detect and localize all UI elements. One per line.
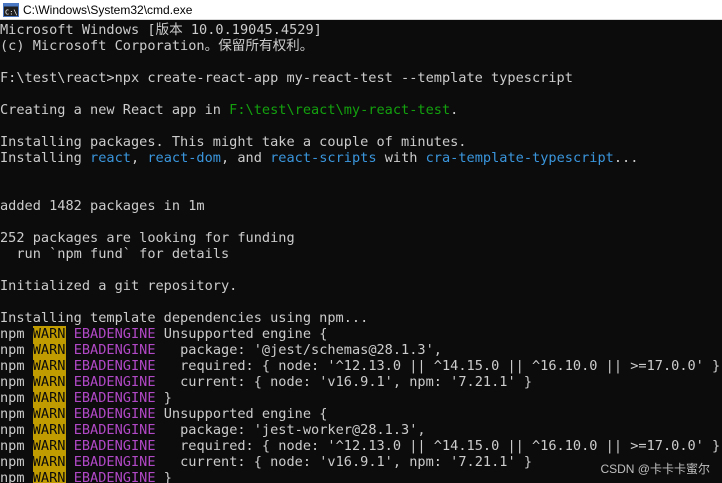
warn-badge: WARN <box>32 374 66 390</box>
console-text: current: { node: 'v16.9.1', npm: '7.21.1… <box>155 374 533 390</box>
console-text: Microsoft Windows [版本 10.0.19045.4529] <box>0 22 322 38</box>
console-text: npm <box>0 406 33 422</box>
console-text: package: 'jest-worker@28.1.3', <box>155 422 426 438</box>
error-code: EBADENGINE <box>73 358 156 374</box>
console-line: npm WARN EBADENGINE required: { node: '^… <box>0 358 722 374</box>
console-line: npm WARN EBADENGINE current: { node: 'v1… <box>0 454 532 470</box>
console-line: F:\test\react>npx create-react-app my-re… <box>0 70 573 86</box>
console-text: npm <box>0 326 33 342</box>
console-line: 252 packages are looking for funding <box>0 230 295 246</box>
warn-badge: WARN <box>32 422 66 438</box>
warn-badge: WARN <box>32 438 66 454</box>
console-text: run `npm fund` for details <box>0 246 230 262</box>
console-text: npm <box>0 390 33 406</box>
console-line: npm WARN EBADENGINE } <box>0 390 172 406</box>
warn-badge: WARN <box>32 390 66 406</box>
console-text: } <box>155 470 172 483</box>
console-text: with <box>376 150 426 166</box>
error-code: EBADENGINE <box>73 438 156 454</box>
warn-badge: WARN <box>32 358 66 374</box>
console-text: added 1482 packages in 1m <box>0 198 205 214</box>
console-text: npm <box>0 454 33 470</box>
console-text: Creating a new React app in <box>0 102 230 118</box>
package-name: react-dom <box>147 150 221 166</box>
console-line: added 1482 packages in 1m <box>0 198 205 214</box>
console-text: Installing template dependencies using n… <box>0 310 369 326</box>
console-text: npm <box>0 358 33 374</box>
console-text: current: { node: 'v16.9.1', npm: '7.21.1… <box>155 454 533 470</box>
console-line: Microsoft Windows [版本 10.0.19045.4529] <box>0 22 322 38</box>
console-line: npm WARN EBADENGINE Unsupported engine { <box>0 406 327 422</box>
console-line: npm WARN EBADENGINE required: { node: '^… <box>0 438 722 454</box>
console-text: Initialized a git repository. <box>0 278 238 294</box>
console-text: Unsupported engine { <box>155 406 328 422</box>
console-text: npm <box>0 470 33 483</box>
console-text: npm <box>0 374 33 390</box>
warn-badge: WARN <box>32 342 66 358</box>
warn-badge: WARN <box>32 406 66 422</box>
error-code: EBADENGINE <box>73 374 156 390</box>
console-line: Initialized a git repository. <box>0 278 237 294</box>
svg-text:C:\: C:\ <box>5 8 18 16</box>
console-output[interactable]: Microsoft Windows [版本 10.0.19045.4529] (c… <box>0 20 722 483</box>
console-line: run `npm fund` for details <box>0 246 229 262</box>
error-code: EBADENGINE <box>73 454 156 470</box>
window-title: C:\Windows\System32\cmd.exe <box>23 2 193 17</box>
console-text: Installing packages. This might take a c… <box>0 134 467 150</box>
error-code: EBADENGINE <box>73 390 156 406</box>
console-line: Installing template dependencies using n… <box>0 310 368 326</box>
console-line: npm WARN EBADENGINE package: 'jest-worke… <box>0 422 426 438</box>
console-text: , and <box>221 150 271 166</box>
error-code: EBADENGINE <box>73 326 156 342</box>
console-text: Installing <box>0 150 91 166</box>
console-line: Installing react, react-dom, and react-s… <box>0 150 638 166</box>
console-text: F:\test\react>npx create-react-app my-re… <box>0 70 573 86</box>
error-code: EBADENGINE <box>73 406 156 422</box>
warn-badge: WARN <box>32 470 66 483</box>
console-text: npm <box>0 422 33 438</box>
console-line: Installing packages. This might take a c… <box>0 134 467 150</box>
console-text: required: { node: '^12.13.0 || ^14.15.0 … <box>155 358 722 374</box>
console-text: } <box>155 390 172 406</box>
console-line: (c) Microsoft Corporation。保留所有权利。 <box>0 38 313 54</box>
path-text: F:\test\react\my-react-test <box>229 102 451 118</box>
console-line: npm WARN EBADENGINE current: { node: 'v1… <box>0 374 532 390</box>
warn-badge: WARN <box>32 454 66 470</box>
console-text: Unsupported engine { <box>155 326 328 342</box>
console-text: package: '@jest/schemas@28.1.3', <box>155 342 442 358</box>
title-bar[interactable]: C:\ C:\Windows\System32\cmd.exe <box>0 0 722 20</box>
console-text: , <box>130 150 148 166</box>
cmd-icon: C:\ <box>3 2 19 17</box>
console-line: Creating a new React app in F:\test\reac… <box>0 102 458 118</box>
package-name: cra-template-typescript <box>425 150 614 166</box>
console-line: npm WARN EBADENGINE Unsupported engine { <box>0 326 327 342</box>
console-text: 252 packages are looking for funding <box>0 230 295 246</box>
warn-badge: WARN <box>32 326 66 342</box>
console-text: ... <box>613 150 639 166</box>
console-text: npm <box>0 342 33 358</box>
console-text: . <box>450 102 459 118</box>
error-code: EBADENGINE <box>73 470 156 483</box>
error-code: EBADENGINE <box>73 342 156 358</box>
package-name: react-scripts <box>270 150 377 166</box>
console-line: npm WARN EBADENGINE } <box>0 470 172 483</box>
console-text: required: { node: '^12.13.0 || ^14.15.0 … <box>155 438 722 454</box>
console-text: npm <box>0 438 33 454</box>
console-text: (c) Microsoft Corporation。保留所有权利。 <box>0 38 314 54</box>
error-code: EBADENGINE <box>73 422 156 438</box>
console-line: npm WARN EBADENGINE package: '@jest/sche… <box>0 342 442 358</box>
watermark: CSDN @卡卡卡蜜尔 <box>600 462 710 476</box>
package-name: react <box>90 150 131 166</box>
